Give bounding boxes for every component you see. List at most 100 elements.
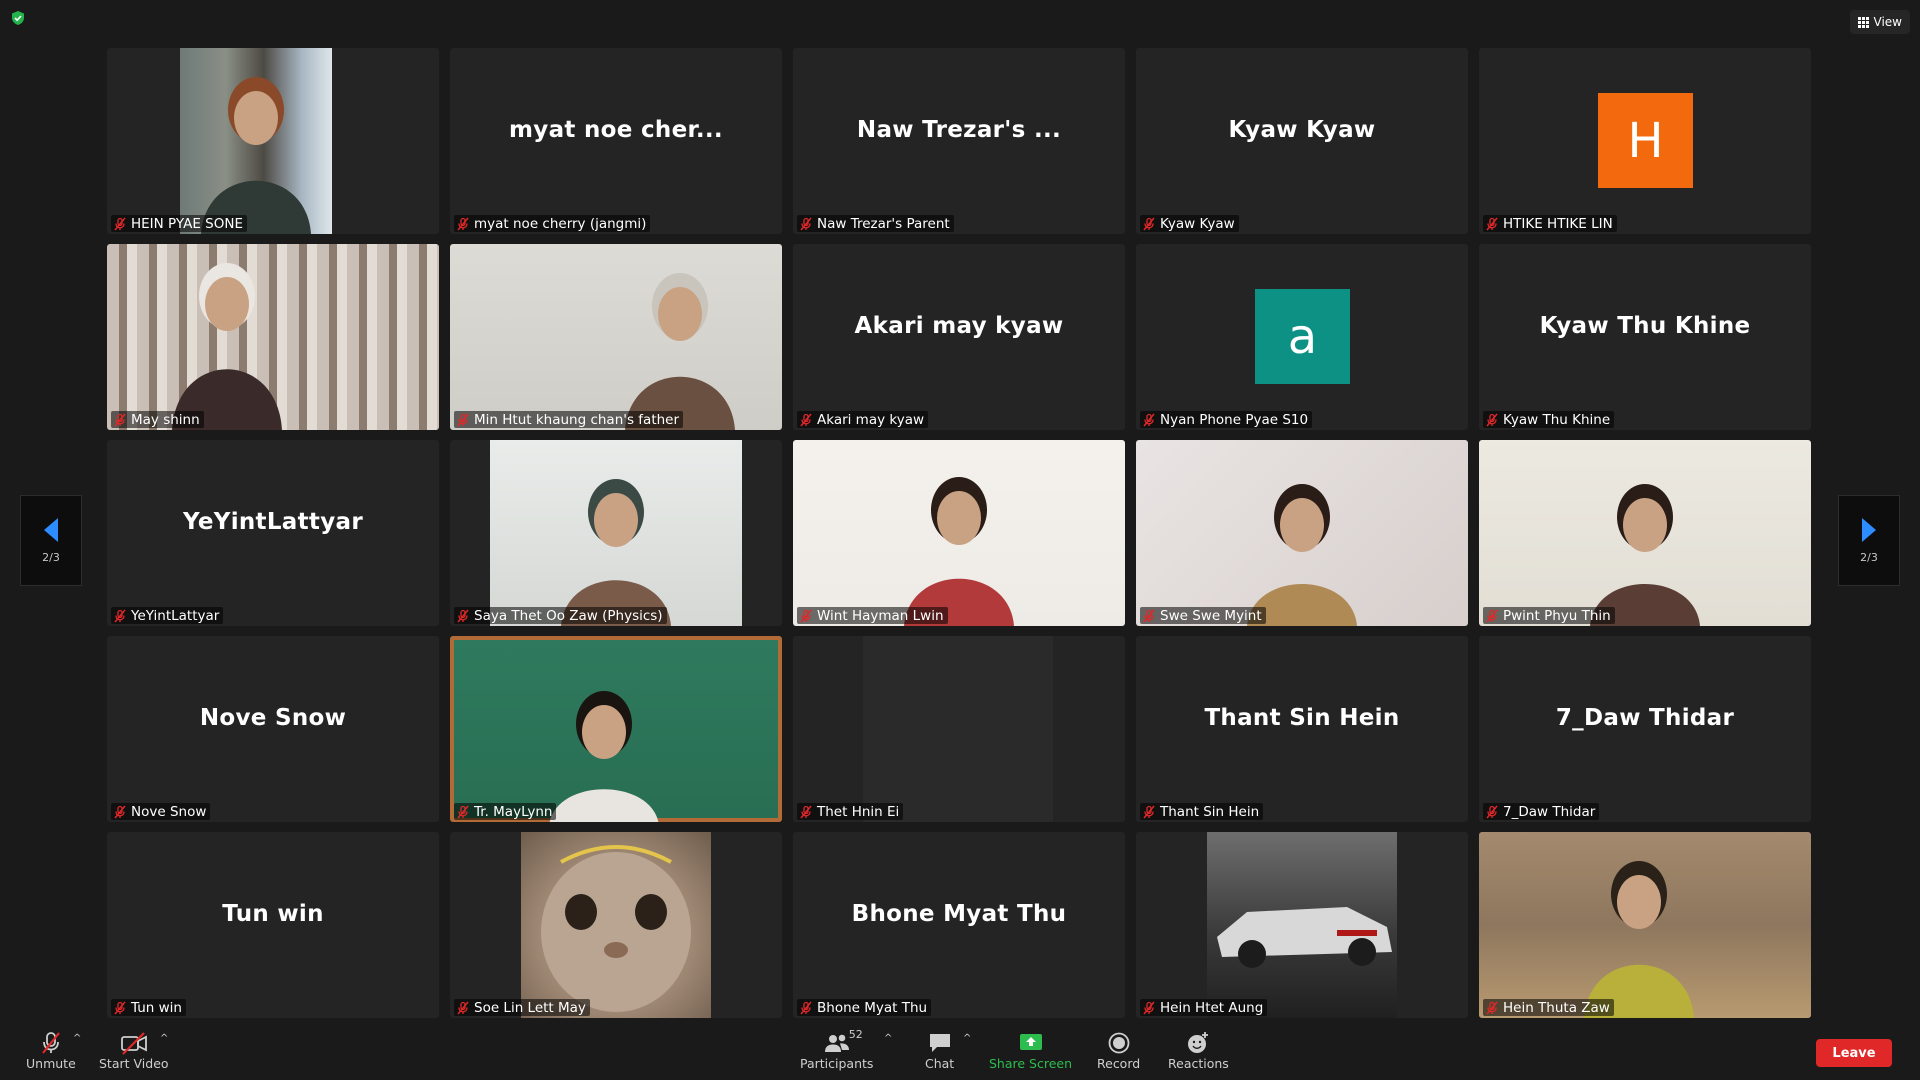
- participant-tile[interactable]: Nove Snow Nove Snow: [107, 636, 439, 822]
- next-page-button[interactable]: 2/3: [1838, 495, 1900, 586]
- participant-tile[interactable]: Tun win Tun win: [107, 832, 439, 1018]
- participant-tile[interactable]: Hein Thuta Zaw: [1479, 832, 1811, 1018]
- share-screen-icon: [1019, 1034, 1042, 1050]
- participant-name: Naw Trezar's Parent: [817, 215, 950, 232]
- participant-name-label: 7_Daw Thidar: [1483, 803, 1600, 820]
- view-button-label: View: [1873, 15, 1902, 29]
- participant-tile[interactable]: Wint Hayman Lwin: [793, 440, 1125, 626]
- leave-button[interactable]: Leave: [1816, 1039, 1892, 1067]
- participant-tile[interactable]: Thant Sin Hein Thant Sin Hein: [1136, 636, 1468, 822]
- reactions-button[interactable]: Reactions: [1168, 1030, 1229, 1071]
- previous-page-button[interactable]: 2/3: [20, 495, 82, 586]
- muted-mic-icon: [114, 413, 126, 426]
- participant-tile[interactable]: H HTIKE HTIKE LIN: [1479, 48, 1811, 234]
- view-button[interactable]: View: [1849, 10, 1910, 34]
- participant-video: [1479, 440, 1811, 626]
- muted-mic-icon: [457, 609, 469, 622]
- security-shield-icon[interactable]: [10, 10, 26, 26]
- share-screen-label: Share Screen: [989, 1056, 1073, 1071]
- participant-name: Bhone Myat Thu: [817, 999, 928, 1016]
- participant-tile[interactable]: Pwint Phyu Thin: [1479, 440, 1811, 626]
- participant-name: May shinn: [131, 411, 200, 428]
- start-video-button[interactable]: Start Video: [99, 1030, 169, 1071]
- participant-name: Swe Swe Myint: [1160, 607, 1262, 624]
- participants-options-caret[interactable]: ^: [884, 1033, 892, 1044]
- participant-tile[interactable]: Soe Lin Lett May: [450, 832, 782, 1018]
- muted-mic-icon: [800, 217, 812, 230]
- muted-mic-icon: [114, 805, 126, 818]
- chat-button[interactable]: Chat: [925, 1030, 954, 1071]
- participant-name: HTIKE HTIKE LIN: [1503, 215, 1613, 232]
- meeting-toolbar: Unmute ^ Start Video ^ 52 Participants ^: [0, 1026, 1920, 1080]
- muted-mic-icon: [1486, 413, 1498, 426]
- video-options-caret[interactable]: ^: [160, 1033, 168, 1044]
- unmute-button[interactable]: Unmute: [26, 1030, 76, 1071]
- chat-options-caret[interactable]: ^: [963, 1033, 971, 1044]
- audio-options-caret[interactable]: ^: [73, 1033, 81, 1044]
- muted-mic-icon: [1486, 609, 1498, 622]
- participant-tile[interactable]: Naw Trezar's ... Naw Trezar's Parent: [793, 48, 1125, 234]
- video-off-icon: [120, 1032, 147, 1055]
- participant-name: Wint Hayman Lwin: [817, 607, 944, 624]
- participant-name: Tr. MayLynn: [474, 803, 553, 820]
- participant-tile[interactable]: a Nyan Phone Pyae S10: [1136, 244, 1468, 430]
- participant-name-label: Swe Swe Myint: [1140, 607, 1266, 624]
- participant-name: Hein Thuta Zaw: [1503, 999, 1610, 1016]
- participant-tile[interactable]: Swe Swe Myint: [1136, 440, 1468, 626]
- participant-name-label: Naw Trezar's Parent: [797, 215, 954, 232]
- muted-mic-icon: [1143, 609, 1155, 622]
- participant-display-name: YeYintLattyar: [183, 509, 363, 535]
- start-video-label: Start Video: [99, 1056, 169, 1071]
- participant-tile[interactable]: Thet Hnin Ei: [793, 636, 1125, 822]
- participant-tile[interactable]: May shinn: [107, 244, 439, 430]
- participant-name: Hein Htet Aung: [1160, 999, 1264, 1016]
- participant-tile[interactable]: Saya Thet Oo Zaw (Physics): [450, 440, 782, 626]
- participant-name: myat noe cherry (jangmi): [474, 215, 647, 232]
- participant-name-label: HTIKE HTIKE LIN: [1483, 215, 1617, 232]
- muted-mic-icon: [1143, 805, 1155, 818]
- muted-mic-icon: [1143, 217, 1155, 230]
- participant-tile[interactable]: Tr. MayLynn: [450, 636, 782, 822]
- participant-tile[interactable]: Akari may kyaw Akari may kyaw: [793, 244, 1125, 430]
- share-screen-button[interactable]: Share Screen: [989, 1030, 1072, 1071]
- reactions-icon: [1188, 1032, 1209, 1053]
- participant-display-name: myat noe cher...: [509, 117, 723, 143]
- participant-tile[interactable]: Bhone Myat Thu Bhone Myat Thu: [793, 832, 1125, 1018]
- record-label: Record: [1097, 1056, 1141, 1071]
- participant-tile[interactable]: HEIN PYAE SONE: [107, 48, 439, 234]
- participant-name-label: Hein Htet Aung: [1140, 999, 1268, 1016]
- participant-name-label: Kyaw Kyaw: [1140, 215, 1239, 232]
- muted-mic-icon: [114, 217, 126, 230]
- participant-name-label: Saya Thet Oo Zaw (Physics): [454, 607, 667, 624]
- participant-name: Nyan Phone Pyae S10: [1160, 411, 1309, 428]
- participant-display-name: Tun win: [222, 901, 324, 927]
- participant-tile[interactable]: Min Htut khaung chan's father: [450, 244, 782, 430]
- participant-name: Thet Hnin Ei: [817, 803, 900, 820]
- muted-mic-icon: [457, 413, 469, 426]
- participants-count: 52: [848, 1028, 863, 1041]
- participant-display-name: Kyaw Thu Khine: [1539, 313, 1751, 339]
- participant-avatar: a: [1255, 289, 1350, 384]
- participant-tile[interactable]: Kyaw Kyaw Kyaw Kyaw: [1136, 48, 1468, 234]
- participant-name-label: Min Htut khaung chan's father: [454, 411, 684, 428]
- participant-video: [1136, 440, 1468, 626]
- record-button[interactable]: Record: [1097, 1030, 1140, 1071]
- muted-mic-icon: [1486, 805, 1498, 818]
- participant-name: Tun win: [131, 999, 182, 1016]
- participant-name: 7_Daw Thidar: [1503, 803, 1596, 820]
- participant-name: Akari may kyaw: [817, 411, 925, 428]
- participant-tile[interactable]: myat noe cher... myat noe cherry (jangmi): [450, 48, 782, 234]
- participant-name-label: Tr. MayLynn: [454, 803, 557, 820]
- participant-name: Kyaw Thu Khine: [1503, 411, 1611, 428]
- participant-video: [521, 832, 711, 1018]
- participant-display-name: Thant Sin Hein: [1204, 705, 1400, 731]
- record-icon: [1108, 1032, 1129, 1054]
- participant-name-label: Pwint Phyu Thin: [1483, 607, 1615, 624]
- participant-tile[interactable]: Kyaw Thu Khine Kyaw Thu Khine: [1479, 244, 1811, 430]
- participants-button[interactable]: 52 Participants: [800, 1028, 873, 1071]
- participant-tile[interactable]: YeYintLattyar YeYintLattyar: [107, 440, 439, 626]
- participant-tile[interactable]: Hein Htet Aung: [1136, 832, 1468, 1018]
- muted-mic-icon: [457, 217, 469, 230]
- participant-name-label: Kyaw Thu Khine: [1483, 411, 1615, 428]
- participant-tile[interactable]: 7_Daw Thidar 7_Daw Thidar: [1479, 636, 1811, 822]
